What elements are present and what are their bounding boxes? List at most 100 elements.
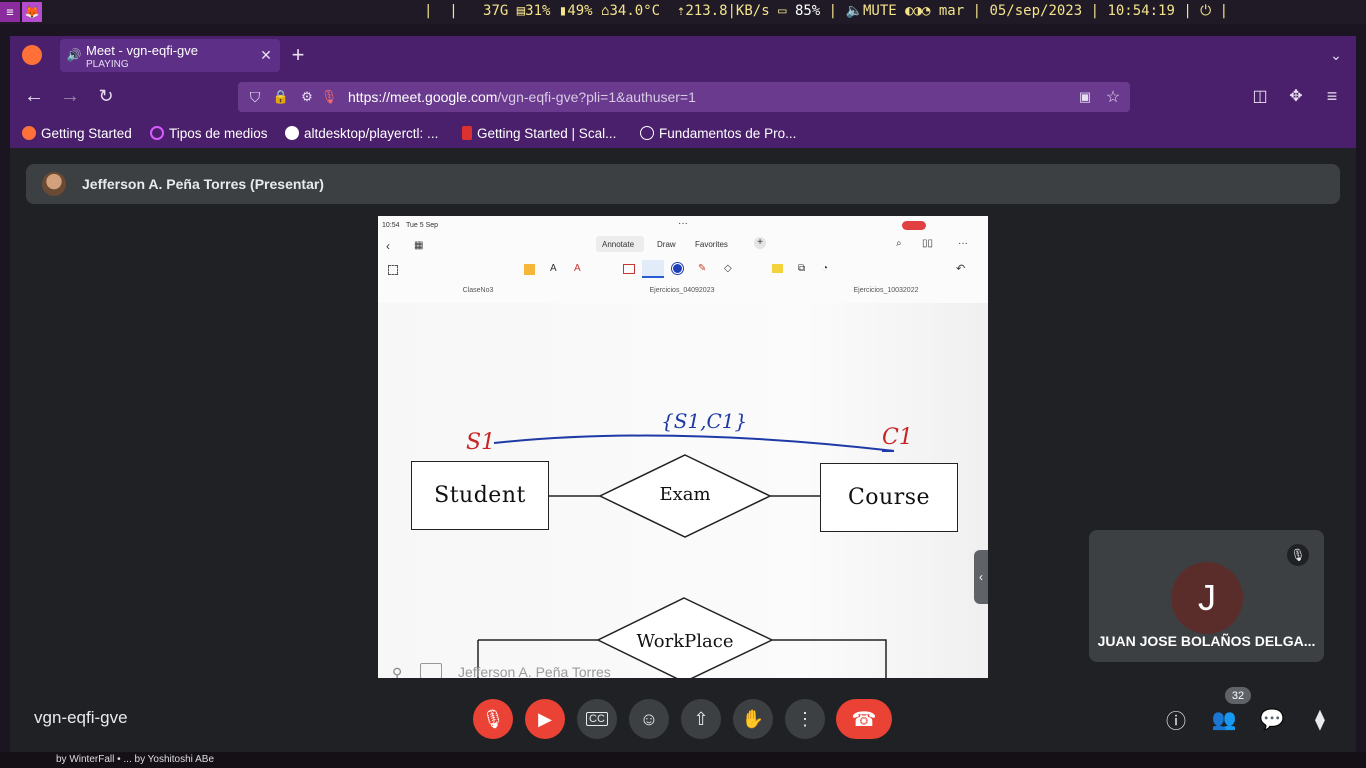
exam-label: Exam [659, 484, 710, 505]
memory-value: 49% [567, 3, 593, 19]
pen-tool-selected [642, 260, 664, 278]
doc-tab: Ejercicios_04092023 [649, 287, 715, 294]
camera-toggle-button[interactable]: ▶ [525, 699, 565, 739]
url-path: /vgn-eqfi-gve?pli=1&authuser=1 [497, 89, 696, 105]
extensions-icon[interactable]: ✥ [1286, 86, 1306, 106]
mic-off-icon: 🎙 [481, 708, 505, 729]
chat-icon: 💬 [1259, 708, 1285, 731]
handwritten-arrow [493, 434, 895, 452]
participant-avatar: J [1171, 562, 1243, 634]
screen-icon[interactable] [420, 663, 442, 678]
pocket-icon[interactable]: ◫ [1250, 86, 1270, 106]
more-vert-icon: ⋮ [796, 708, 814, 729]
menu-icon[interactable]: ≡ [1322, 86, 1342, 106]
handwriting-c1: C1 [882, 425, 913, 450]
back-icon[interactable]: ← [24, 85, 44, 107]
url-host: https://meet.google.com [348, 89, 498, 105]
meeting-code: vgn-eqfi-gve [34, 708, 128, 727]
lock-icon[interactable]: 🔒 [272, 88, 290, 106]
ipad-status-time: 10:54 [382, 222, 400, 229]
present-screen-icon: ⇧ [693, 708, 709, 729]
toolbar-tab-annotate: Annotate [602, 240, 635, 249]
tab-status: PLAYING [86, 59, 129, 70]
bookmark-item[interactable]: Fundamentos de Pro... [640, 124, 796, 142]
firefox-view-icon[interactable] [22, 45, 42, 65]
tab-title: Meet - vgn-eqfi-gve [86, 43, 198, 58]
workplace-label: WorkPlace [637, 631, 734, 652]
bookmark-star-icon[interactable]: ☆ [1104, 88, 1122, 106]
bookmark-item[interactable]: Getting Started | Scal... [462, 124, 616, 142]
people-icon: 👥 [1211, 708, 1237, 731]
lasso-icon [388, 265, 398, 275]
url-text[interactable]: https://meet.google.com/vgn-eqfi-gve?pli… [348, 89, 696, 105]
student-entity: Student [411, 461, 549, 530]
marker-icon: ✎ [698, 263, 707, 274]
people-button[interactable]: 👥 [1211, 706, 1237, 732]
cpu-value: 31% [525, 3, 551, 19]
text-icon: A [550, 263, 557, 274]
participant-tile[interactable]: 🎙 J JUAN JOSE BOLAÑOS DELGA... [1089, 530, 1324, 662]
toolbar-tab-favorites: Favorites [695, 240, 728, 249]
wallpaper-caption-text: by WinterFall • ... by Yoshitoshi ABe [56, 754, 215, 765]
wallpaper-caption: by WinterFall • ... by Yoshitoshi ABe [0, 752, 1366, 768]
list-tabs-icon[interactable]: ⌄ [1326, 45, 1346, 65]
day-value: mar [938, 3, 965, 19]
comment-icon [772, 264, 783, 273]
screen-share-icon[interactable]: ▣ [1076, 88, 1094, 106]
highlighter-icon [524, 264, 535, 275]
collapse-panel-button[interactable]: ‹ [974, 550, 988, 604]
recording-indicator [902, 221, 926, 230]
date-value: 05/sep/2023 [989, 3, 1083, 19]
overlay-presenter-name: Jefferson A. Peña Torres [458, 664, 611, 678]
permissions-icon[interactable]: ⚙ [298, 88, 316, 106]
info-icon: ⓘ [1166, 710, 1186, 733]
forward-icon[interactable]: → [60, 85, 80, 107]
present-button[interactable]: ⇧ [681, 699, 721, 739]
raise-hand-button[interactable]: ✋ [733, 699, 773, 739]
emoji-icon: ☺ [639, 708, 659, 729]
more-options-button[interactable]: ⋮ [785, 699, 825, 739]
timer-icon: ◔ [822, 263, 829, 274]
avatar [42, 172, 66, 196]
battery-value: 85% [794, 3, 821, 19]
firefox-workspace-icon[interactable]: 🦊 [22, 2, 42, 22]
ipad-status-date: Tue 5 Sep [406, 222, 439, 229]
new-tab-icon[interactable]: + [288, 42, 308, 67]
muted-mic-icon: 🎙 [1287, 544, 1309, 566]
chat-button[interactable]: 💬 [1259, 706, 1285, 732]
github-icon [285, 126, 299, 140]
network-speed-value: 213.8|KB/s [685, 3, 770, 19]
url-bar[interactable]: ⛉ 🔒 ⚙ 🎙 https://meet.google.com/vgn-eqfi… [238, 82, 1130, 112]
participants-count-badge: 32 [1225, 687, 1251, 704]
phone-hangup-icon: ☎ [851, 708, 877, 731]
volume-value: MUTE [862, 3, 897, 19]
tab-strip: 🔊 Meet - vgn-eqfi-gve PLAYING ✕ + ⌄ [10, 36, 1356, 74]
bookmark-item[interactable]: Getting Started [22, 124, 132, 142]
activities-button[interactable]: ⧫ [1307, 706, 1333, 732]
captions-button[interactable]: CC [577, 699, 617, 739]
reactions-button[interactable]: ☺ [629, 699, 669, 739]
tab-meet[interactable]: 🔊 Meet - vgn-eqfi-gve PLAYING ✕ [60, 39, 280, 72]
mic-blocked-icon[interactable]: 🎙 [320, 88, 338, 106]
presenter-name: Jefferson A. Peña Torres (Presentar) [82, 176, 324, 192]
pin-icon[interactable]: ⚲ [392, 665, 402, 678]
eraser-icon: ◇ [724, 263, 732, 274]
workspace-indicator[interactable]: ≡ [0, 2, 20, 22]
strike-icon: A [574, 263, 581, 274]
course-entity: Course [820, 463, 958, 532]
reload-icon[interactable]: ↻ [96, 86, 116, 106]
mic-toggle-button[interactable]: 🎙 [473, 699, 513, 739]
meeting-info-button[interactable]: ⓘ [1163, 706, 1189, 733]
doc-tab: Ejercicios_10032022 [853, 287, 919, 294]
shield-icon[interactable]: ⛉ [246, 88, 264, 106]
close-tab-icon[interactable]: ✕ [258, 47, 274, 63]
bookmark-label: Fundamentos de Pro... [659, 125, 797, 141]
more-icon: ··· [958, 238, 968, 249]
bookmark-item[interactable]: Tipos de medios [150, 124, 268, 142]
speaker-icon[interactable]: 🔊 [66, 48, 82, 62]
leave-call-button[interactable]: ☎ [836, 699, 892, 739]
participant-name: JUAN JOSE BOLAÑOS DELGA... [1097, 633, 1316, 649]
bookmark-item[interactable]: altdesktop/playerctl: ... [285, 124, 438, 142]
doc-tab: ClaseNo3 [462, 287, 494, 294]
storage-value: 37G [483, 3, 509, 19]
